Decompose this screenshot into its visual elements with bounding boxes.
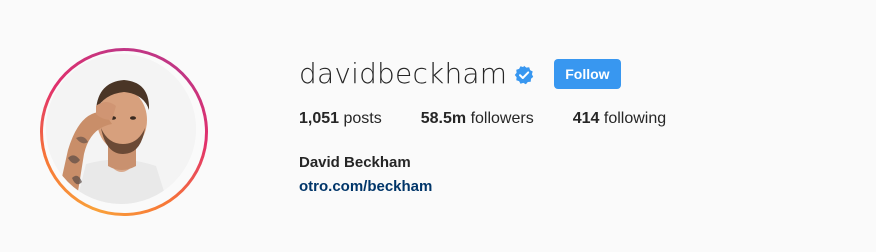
followers-stat[interactable]: 58.5m followers	[421, 110, 534, 128]
posts-count: 1,051	[299, 110, 340, 127]
followers-count: 58.5m	[420, 110, 467, 127]
posts-stat: 1,051 posts	[299, 110, 382, 128]
avatar[interactable]	[46, 54, 196, 204]
story-ring[interactable]	[40, 48, 208, 216]
website-link[interactable]: otro.com/beckham	[299, 174, 432, 200]
following-count: 414	[572, 110, 600, 127]
profile-bio: David Beckham otro.com/beckham	[299, 152, 859, 200]
profile-info: davidbeckham Follow 1,051 posts 58.5m fo…	[299, 52, 859, 200]
profile-photo-icon	[46, 54, 196, 204]
following-stat[interactable]: 414 following	[573, 110, 666, 128]
profile-header: davidbeckham Follow	[299, 52, 859, 96]
followers-label: followers	[470, 110, 534, 127]
verified-badge-icon	[514, 65, 534, 85]
following-label: following	[603, 110, 667, 127]
posts-label: posts	[343, 110, 382, 127]
username: davidbeckham	[299, 57, 508, 90]
follow-button[interactable]: Follow	[554, 59, 621, 89]
profile-stats: 1,051 posts 58.5m followers 414 followin…	[299, 106, 859, 132]
full-name: David Beckham	[299, 154, 411, 171]
